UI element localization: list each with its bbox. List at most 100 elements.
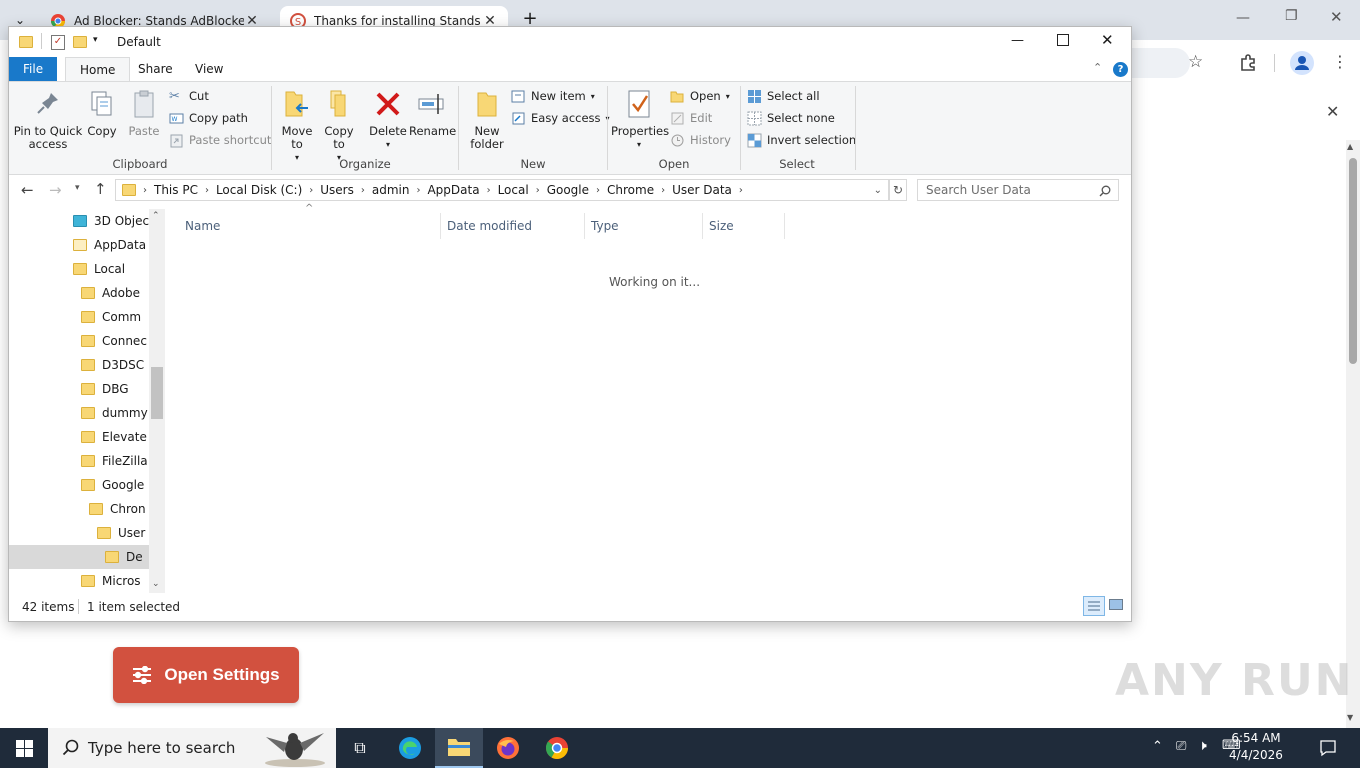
- nav-item[interactable]: De: [9, 545, 149, 569]
- breadcrumb-chevron-icon[interactable]: ›: [358, 185, 368, 196]
- easy-access-button[interactable]: Easy access▾: [511, 108, 610, 128]
- breadcrumb-local-disk[interactable]: Local Disk (C:): [212, 183, 306, 197]
- copy-path-button[interactable]: W Copy path: [169, 108, 271, 128]
- invert-selection-button[interactable]: Invert selection: [747, 130, 856, 150]
- file-explorer-taskbar-button[interactable]: [435, 728, 483, 768]
- properties-button[interactable]: Properties ▾: [611, 88, 669, 151]
- show-hidden-icons-chevron[interactable]: ⌃: [1152, 739, 1163, 754]
- nav-item[interactable]: Elevate: [9, 425, 149, 449]
- back-arrow-icon[interactable]: ←: [21, 181, 34, 199]
- move-to-button[interactable]: Move to ▾: [277, 88, 317, 164]
- breadcrumb-appdata[interactable]: AppData: [423, 183, 483, 197]
- up-arrow-icon[interactable]: ↑: [94, 180, 107, 198]
- firefox-taskbar-button[interactable]: [484, 728, 532, 768]
- select-none-button[interactable]: Select none: [747, 108, 856, 128]
- details-view-icon[interactable]: [1083, 596, 1105, 616]
- tab-file[interactable]: File: [9, 57, 58, 81]
- volume-icon[interactable]: 🕨: [1198, 738, 1207, 754]
- maximize-icon[interactable]: [1057, 34, 1069, 46]
- breadcrumb-google[interactable]: Google: [543, 183, 593, 197]
- paste-button[interactable]: Paste: [127, 88, 161, 138]
- minimize-icon[interactable]: —: [1011, 33, 1024, 48]
- breadcrumb-this-pc[interactable]: This PC: [150, 183, 202, 197]
- bookmark-star-icon[interactable]: ☆: [1188, 52, 1203, 72]
- omnibox-tail[interactable]: [1132, 48, 1190, 78]
- address-bar[interactable]: › This PC › Local Disk (C:) › Users › admin…: [115, 179, 889, 201]
- notification-center-icon[interactable]: [1319, 739, 1337, 757]
- nav-scroll-thumb[interactable]: [151, 367, 163, 419]
- page-scroll-thumb[interactable]: [1349, 158, 1357, 364]
- address-dropdown-icon[interactable]: ⌄: [874, 185, 882, 196]
- browser-menu-icon[interactable]: ⋮: [1332, 52, 1348, 71]
- breadcrumb-chevron-icon[interactable]: ›: [202, 185, 212, 196]
- tab-home[interactable]: Home: [65, 57, 131, 82]
- task-view-button[interactable]: ⧉: [336, 728, 384, 768]
- nav-item[interactable]: User: [9, 521, 149, 545]
- breadcrumb-chevron-icon[interactable]: ›: [593, 185, 603, 196]
- large-icons-view-icon[interactable]: [1109, 599, 1123, 610]
- nav-item[interactable]: Comm: [9, 305, 149, 329]
- breadcrumb-users[interactable]: Users: [316, 183, 358, 197]
- rename-button[interactable]: Rename: [409, 88, 456, 138]
- nav-scroll-up-icon[interactable]: ⌃: [152, 211, 160, 221]
- nav-item[interactable]: Connec: [9, 329, 149, 353]
- tab-view[interactable]: View: [181, 57, 237, 81]
- scroll-down-icon[interactable]: ▼: [1347, 713, 1353, 722]
- forward-arrow-icon[interactable]: →: [49, 181, 62, 199]
- edge-taskbar-button[interactable]: [386, 728, 434, 768]
- breadcrumb-chevron-icon[interactable]: ›: [484, 185, 494, 196]
- breadcrumb-chevron-icon[interactable]: ›: [658, 185, 668, 196]
- paste-shortcut-button[interactable]: Paste shortcut: [169, 130, 271, 150]
- delete-button[interactable]: Delete ▾: [368, 88, 408, 151]
- breadcrumb-chrome[interactable]: Chrome: [603, 183, 658, 197]
- recent-locations-icon[interactable]: ▾: [75, 183, 80, 193]
- search-input[interactable]: Search User Data: [917, 179, 1119, 201]
- pin-quick-access-button[interactable]: Pin to Quick access: [13, 88, 83, 151]
- breadcrumb-user-data[interactable]: User Data: [668, 183, 736, 197]
- column-header-name[interactable]: Name: [179, 213, 441, 239]
- nav-item[interactable]: AppData: [9, 233, 149, 257]
- browser-restore-icon[interactable]: ❐: [1285, 8, 1298, 24]
- nav-item[interactable]: 3D Objects: [9, 209, 149, 233]
- collapse-ribbon-icon[interactable]: ⌃: [1093, 61, 1102, 74]
- browser-minimize-icon[interactable]: —: [1236, 10, 1250, 26]
- copy-to-button[interactable]: Copy to ▾: [319, 88, 359, 164]
- nav-item[interactable]: Micros: [9, 569, 149, 593]
- close-icon[interactable]: ✕: [1101, 31, 1114, 49]
- column-header-date-modified[interactable]: Date modified: [441, 213, 585, 239]
- profile-avatar-icon[interactable]: [1290, 51, 1314, 75]
- network-icon[interactable]: ⎚: [1176, 739, 1186, 754]
- extensions-puzzle-icon[interactable]: [1239, 53, 1257, 71]
- infobar-close-icon[interactable]: ✕: [1326, 102, 1339, 121]
- nav-item[interactable]: D3DSC: [9, 353, 149, 377]
- select-all-button[interactable]: Select all: [747, 86, 856, 106]
- open-button[interactable]: Open ▾: [670, 86, 731, 106]
- properties-checkmark-icon[interactable]: ✓: [51, 35, 65, 50]
- nav-item[interactable]: DBG: [9, 377, 149, 401]
- nav-item[interactable]: Google: [9, 473, 149, 497]
- refresh-icon[interactable]: ↻: [889, 179, 907, 201]
- scroll-up-icon[interactable]: ▲: [1347, 142, 1353, 151]
- new-folder-qat-icon[interactable]: [73, 36, 87, 48]
- nav-scroll-down-icon[interactable]: ⌄: [152, 579, 160, 589]
- new-folder-button[interactable]: New folder: [464, 88, 510, 151]
- column-header-size[interactable]: Size: [703, 213, 785, 239]
- taskbar-search-box[interactable]: Type here to search: [48, 728, 336, 768]
- windows-start-icon[interactable]: [16, 740, 33, 757]
- open-settings-button[interactable]: Open Settings: [113, 647, 299, 703]
- breadcrumb-local[interactable]: Local: [494, 183, 533, 197]
- browser-close-icon[interactable]: ✕: [1330, 8, 1343, 26]
- qat-dropdown-icon[interactable]: ▾: [93, 35, 98, 45]
- nav-item[interactable]: Local: [9, 257, 149, 281]
- column-header-type[interactable]: Type: [585, 213, 703, 239]
- breadcrumb-chevron-icon[interactable]: ›: [533, 185, 543, 196]
- breadcrumb-chevron-icon[interactable]: ›: [306, 185, 316, 196]
- tab-share[interactable]: Share: [124, 57, 187, 81]
- edit-button[interactable]: Edit: [670, 108, 731, 128]
- help-icon[interactable]: ?: [1113, 62, 1128, 77]
- nav-item[interactable]: Chron: [9, 497, 149, 521]
- copy-button[interactable]: Copy: [85, 88, 119, 138]
- breadcrumb-chevron-icon[interactable]: ›: [413, 185, 423, 196]
- nav-item[interactable]: FileZilla: [9, 449, 149, 473]
- breadcrumb-admin[interactable]: admin: [368, 183, 414, 197]
